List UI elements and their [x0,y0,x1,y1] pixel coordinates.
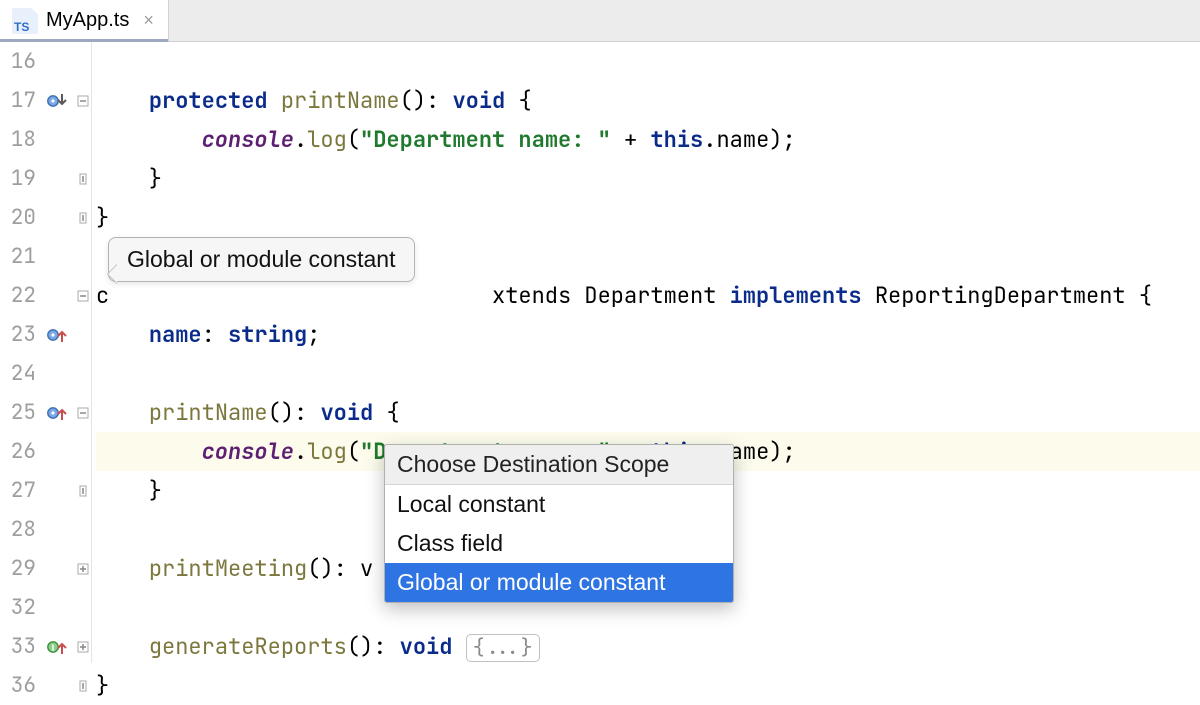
line-number: 20 [0,198,40,237]
line-number-gutter: 1617181920212223242526272829323336 [0,42,40,705]
code-line[interactable]: } [96,198,1200,237]
popup-option[interactable]: Class field [385,524,733,563]
code-line[interactable]: protected printName(): void { [96,81,1200,120]
line-number: 28 [0,510,40,549]
close-tab-icon[interactable]: × [143,10,154,31]
typescript-file-icon: TS [12,8,38,34]
file-tab-label: MyApp.ts [46,9,129,32]
override-up-icon[interactable] [42,315,72,354]
line-number: 24 [0,354,40,393]
line-number: 33 [0,627,40,666]
fold-toggle-icon[interactable] [74,471,92,510]
code-line[interactable] [96,42,1200,81]
implement-up-icon[interactable] [42,627,72,666]
code-line[interactable]: generateReports(): void {...} [96,627,1200,666]
fold-toggle-icon[interactable] [74,276,92,315]
popup-title: Choose Destination Scope [385,445,733,485]
code-line[interactable] [96,354,1200,393]
code-line[interactable]: name: string; [96,315,1200,354]
line-number: 27 [0,471,40,510]
popup-option[interactable]: Local constant [385,485,733,524]
line-number: 16 [0,42,40,81]
fold-toggle-icon[interactable] [74,627,92,666]
code-line[interactable]: console.log("Department name: " + this.n… [96,120,1200,159]
line-number: 29 [0,549,40,588]
fold-toggle-icon[interactable] [74,198,92,237]
line-number: 22 [0,276,40,315]
fold-toggle-icon[interactable] [74,159,92,198]
scope-tooltip-text: Global or module constant [127,246,396,272]
code-line[interactable]: } [96,159,1200,198]
tab-bar: TS MyApp.ts × [0,0,1200,42]
destination-scope-popup[interactable]: Choose Destination Scope Local constantC… [384,444,734,603]
fold-gutter [74,42,92,663]
line-number: 17 [0,81,40,120]
code-area[interactable]: protected printName(): void { console.lo… [96,42,1200,705]
line-number: 25 [0,393,40,432]
code-line[interactable]: } [96,666,1200,705]
fold-toggle-icon[interactable] [74,393,92,432]
line-number: 18 [0,120,40,159]
line-number: 32 [0,588,40,627]
fold-toggle-icon[interactable] [74,666,92,705]
file-tab[interactable]: TS MyApp.ts × [0,0,169,41]
line-number: 26 [0,432,40,471]
code-line[interactable]: printName(): void { [96,393,1200,432]
override-up-icon[interactable] [42,393,72,432]
code-editor[interactable]: 1617181920212223242526272829323336 prote… [0,42,1200,663]
marker-gutter [42,42,72,705]
line-number: 36 [0,666,40,705]
line-number: 19 [0,159,40,198]
fold-toggle-icon[interactable] [74,81,92,120]
line-number: 21 [0,237,40,276]
fold-toggle-icon[interactable] [74,549,92,588]
popup-option[interactable]: Global or module constant [385,563,733,602]
line-number: 23 [0,315,40,354]
scope-tooltip: Global or module constant [108,237,415,282]
override-down-icon[interactable] [42,81,72,120]
